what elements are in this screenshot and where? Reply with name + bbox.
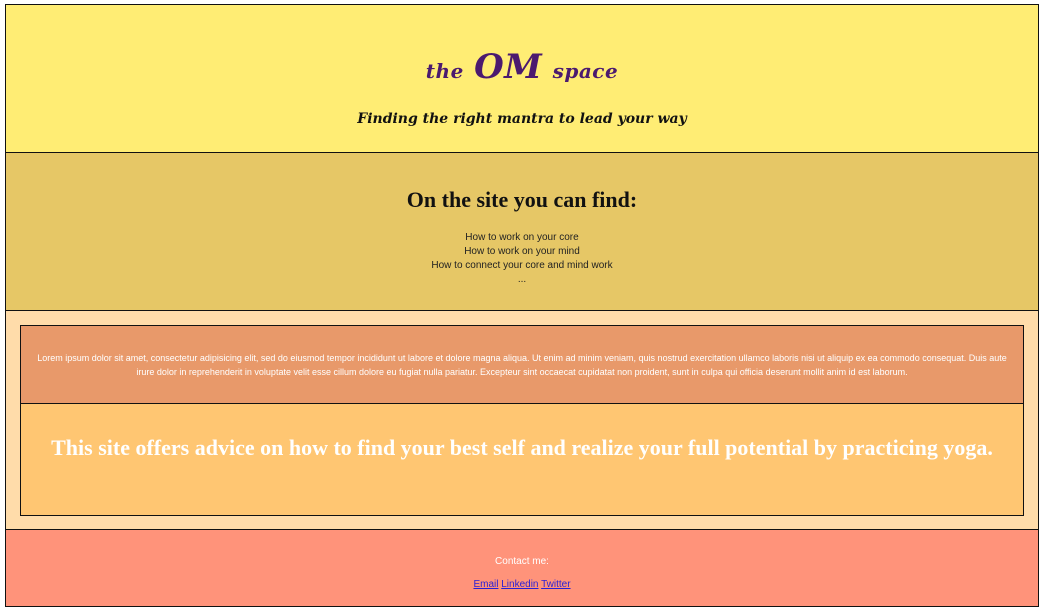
offer-box: This site offers advice on how to find y… [20,403,1024,516]
content-section: Lorem ipsum dolor sit amet, consectetur … [5,310,1039,530]
footer-section: Contact me: Email Linkedin Twitter [5,529,1039,607]
header-section: the OM space Finding the right mantra to… [5,4,1039,154]
linkedin-link[interactable]: Linkedin [501,579,538,590]
list-item: ... [517,274,527,285]
email-link[interactable]: Email [473,579,498,590]
offer-heading: This site offers advice on how to find y… [51,435,993,460]
contact-links: Email Linkedin Twitter [6,579,1038,590]
features-heading: On the site you can find: [406,187,638,212]
logo-word-the: the [425,59,464,83]
features-section: On the site you can find: How to work on… [5,152,1039,311]
tagline: Finding the right mantra to lead your wa… [357,111,687,127]
page: the OM space Finding the right mantra to… [5,4,1039,607]
list-item: How to work on your mind [464,246,580,257]
list-item: How to connect your core and mind work [431,260,613,271]
lorem-box: Lorem ipsum dolor sit amet, consectetur … [20,325,1024,404]
lorem-text: Lorem ipsum dolor sit amet, consectetur … [37,352,1007,377]
features-list: How to work on your core How to work on … [6,231,1038,287]
contact-label: Contact me: [495,556,549,567]
site-logo: the OM space [6,47,1038,87]
list-item: How to work on your core [465,232,579,243]
logo-word-om: OM [474,47,543,87]
twitter-link[interactable]: Twitter [541,579,570,590]
logo-word-space: space [552,59,619,83]
